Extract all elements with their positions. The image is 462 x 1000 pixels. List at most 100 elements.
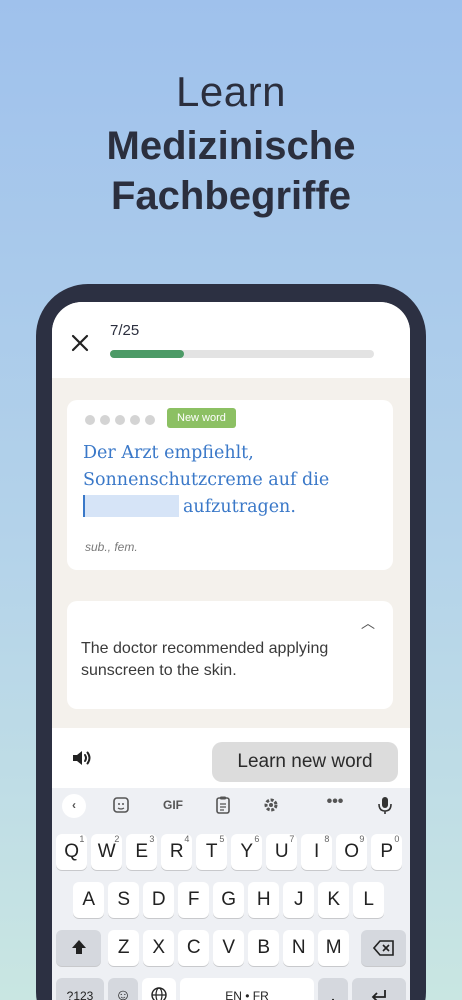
key-number-hint: 3 [149, 834, 155, 844]
sticker-icon[interactable] [110, 794, 132, 816]
key-y[interactable]: Y6 [231, 834, 263, 870]
action-bar: Learn new word [52, 728, 410, 790]
shift-icon [71, 940, 86, 954]
key-i[interactable]: I8 [301, 834, 333, 870]
emoji-key[interactable]: ☺ [108, 978, 138, 1000]
key-label: Y [240, 841, 254, 862]
key-label: N [291, 937, 306, 958]
key-label: B [257, 937, 271, 958]
key-z[interactable]: Z [108, 930, 140, 966]
key-number-hint: 2 [114, 834, 120, 844]
sentence-card: New word Der Arzt empfiehlt, Sonnenschut… [67, 400, 393, 570]
clipboard-icon[interactable] [212, 794, 234, 816]
progress-bar [110, 350, 374, 358]
key-label: U [274, 841, 289, 862]
enter-icon [371, 990, 386, 1000]
key-number-hint: 9 [359, 834, 365, 844]
answer-blank-input[interactable] [83, 495, 179, 517]
key-label: E [135, 841, 149, 862]
key-label: I [314, 841, 320, 862]
key-p[interactable]: P0 [371, 834, 403, 870]
lesson-counter: 7/25 [110, 322, 140, 339]
key-w[interactable]: W2 [91, 834, 123, 870]
learn-new-word-button[interactable]: Learn new word [212, 742, 398, 782]
key-label: O [344, 841, 360, 862]
period-key[interactable]: . [318, 978, 348, 1000]
shift-key[interactable] [56, 930, 101, 966]
mastery-dots [85, 415, 155, 425]
backspace-key[interactable] [361, 930, 406, 966]
key-j[interactable]: J [283, 882, 315, 918]
key-label: M [325, 937, 342, 958]
key-h[interactable]: H [248, 882, 280, 918]
key-label: A [82, 889, 96, 910]
key-v[interactable]: V [213, 930, 245, 966]
on-screen-keyboard: ‹ GIF ••• Q 1 W 2 E 3 R 4 T 5 Y 6 U 7 I … [52, 788, 410, 1000]
key-number-hint: 8 [324, 834, 330, 844]
headline: Learn Medizinische Fachbegriffe [0, 66, 462, 220]
phone-frame: 7/25 New word Der Arzt empfiehlt, Sonnen… [36, 284, 426, 1000]
mastery-dot [85, 415, 95, 425]
key-label: S [117, 889, 131, 910]
key-number-hint: 6 [254, 834, 260, 844]
space-bar[interactable]: EN • FR [180, 978, 314, 1000]
cloze-sentence: Der Arzt empfiehlt, Sonnenschutzcreme au… [83, 440, 383, 521]
key-a[interactable]: A [73, 882, 105, 918]
key-m[interactable]: M [318, 930, 350, 966]
key-x[interactable]: X [143, 930, 175, 966]
speaker-icon[interactable] [70, 746, 94, 770]
key-label: Q [64, 841, 80, 862]
part-of-speech: sub., fem. [85, 540, 138, 554]
key-k[interactable]: K [318, 882, 350, 918]
key-label: K [327, 889, 341, 910]
key-f[interactable]: F [178, 882, 210, 918]
key-label: Z [117, 937, 130, 958]
mastery-dot [100, 415, 110, 425]
new-word-badge: New word [167, 408, 236, 428]
key-label: F [187, 889, 200, 910]
sentence-end: aufzutragen. [183, 497, 296, 517]
key-o[interactable]: O9 [336, 834, 368, 870]
key-u[interactable]: U7 [266, 834, 298, 870]
key-label: W [97, 841, 116, 862]
mastery-dot [145, 415, 155, 425]
key-label: P [380, 841, 394, 862]
translation-card[interactable]: ︿ The doctor recommended applying sunscr… [67, 601, 393, 709]
key-g[interactable]: G [213, 882, 245, 918]
enter-key[interactable] [352, 978, 406, 1000]
gear-icon[interactable] [260, 794, 282, 816]
language-key[interactable] [142, 978, 176, 1000]
key-label: X [152, 937, 166, 958]
key-t[interactable]: T5 [196, 834, 228, 870]
key-label: J [293, 889, 304, 910]
headline-line-2: Medizinische [106, 124, 356, 168]
key-l[interactable]: L [353, 882, 385, 918]
key-b[interactable]: B [248, 930, 280, 966]
key-e[interactable]: E3 [126, 834, 158, 870]
key-n[interactable]: N [283, 930, 315, 966]
chevron-up-icon[interactable]: ︿ [361, 613, 375, 633]
sentence-start: Der Arzt empfiehlt, Sonnenschutzcreme au… [83, 443, 330, 490]
key-number-hint: 4 [184, 834, 190, 844]
chevron-left-icon[interactable]: ‹ [62, 794, 86, 818]
key-r[interactable]: R4 [161, 834, 193, 870]
app-screen: 7/25 New word Der Arzt empfiehlt, Sonnen… [52, 302, 410, 1000]
headline-line-1: Learn [176, 68, 286, 115]
mastery-dot [115, 415, 125, 425]
lesson-header: 7/25 [52, 302, 410, 378]
microphone-icon[interactable] [374, 794, 396, 816]
key-label: C [186, 937, 201, 958]
key-label: D [151, 889, 166, 910]
key-c[interactable]: C [178, 930, 210, 966]
symbols-key[interactable]: ?123 [56, 978, 104, 1000]
key-q[interactable]: Q1 [56, 834, 88, 870]
key-s[interactable]: S [108, 882, 140, 918]
more-icon[interactable]: ••• [324, 794, 346, 816]
key-number-hint: 1 [79, 834, 85, 844]
key-label: L [363, 889, 374, 910]
key-d[interactable]: D [143, 882, 175, 918]
gif-button[interactable]: GIF [160, 794, 186, 816]
key-label: G [221, 889, 237, 910]
close-icon[interactable] [70, 333, 90, 353]
progress-fill [110, 350, 184, 358]
